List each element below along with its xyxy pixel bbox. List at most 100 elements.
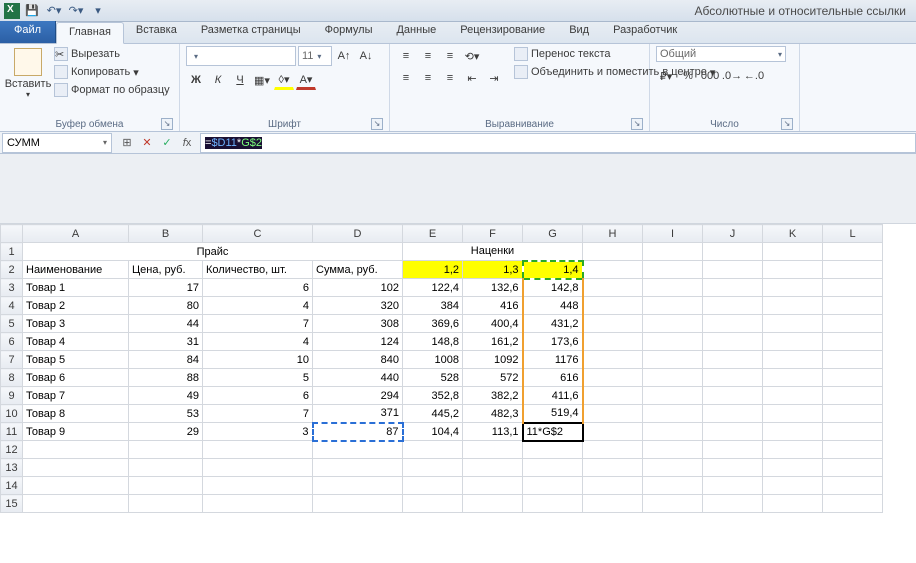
- cell[interactable]: [643, 279, 703, 297]
- cell[interactable]: [643, 243, 703, 261]
- tab-formulas[interactable]: Формулы: [313, 21, 385, 43]
- cell[interactable]: [643, 405, 703, 423]
- cell[interactable]: [763, 369, 823, 387]
- align-middle-icon[interactable]: ≡: [418, 46, 438, 66]
- cell[interactable]: 320: [313, 297, 403, 315]
- cell[interactable]: [583, 387, 643, 405]
- cell[interactable]: 5: [203, 369, 313, 387]
- decrease-decimal-icon[interactable]: ←.0: [744, 66, 764, 86]
- cell[interactable]: 411,6: [523, 387, 583, 405]
- col-header[interactable]: F: [463, 225, 523, 243]
- font-size-combo[interactable]: 11▾: [298, 46, 332, 66]
- cell[interactable]: [823, 387, 883, 405]
- align-bottom-icon[interactable]: ≡: [440, 46, 460, 66]
- cell[interactable]: [703, 279, 763, 297]
- cell[interactable]: [23, 441, 129, 459]
- cell[interactable]: [823, 315, 883, 333]
- cell[interactable]: [763, 459, 823, 477]
- cell[interactable]: 294: [313, 387, 403, 405]
- cell[interactable]: [823, 405, 883, 423]
- underline-button[interactable]: Ч: [230, 70, 250, 90]
- cell[interactable]: [703, 261, 763, 279]
- cell[interactable]: [643, 495, 703, 513]
- cell[interactable]: [403, 477, 463, 495]
- col-header[interactable]: G: [523, 225, 583, 243]
- cell[interactable]: [643, 333, 703, 351]
- format-painter-button[interactable]: Формат по образцу: [54, 82, 170, 98]
- row-header[interactable]: 13: [1, 459, 23, 477]
- row-header[interactable]: 3: [1, 279, 23, 297]
- cell[interactable]: 29: [129, 423, 203, 441]
- cell-ref-green[interactable]: 1,4: [523, 261, 583, 279]
- active-cell[interactable]: 11*G$2: [523, 423, 583, 441]
- percent-icon[interactable]: %: [678, 66, 698, 86]
- cell[interactable]: [823, 459, 883, 477]
- cell[interactable]: 572: [463, 369, 523, 387]
- cell[interactable]: [523, 495, 583, 513]
- cell[interactable]: 113,1: [463, 423, 523, 441]
- row-header[interactable]: 12: [1, 441, 23, 459]
- cell[interactable]: [763, 441, 823, 459]
- cell[interactable]: [763, 333, 823, 351]
- cell[interactable]: 519,4: [523, 405, 583, 423]
- cell[interactable]: [403, 459, 463, 477]
- cell[interactable]: [763, 297, 823, 315]
- paste-button[interactable]: Вставить ▾: [6, 46, 50, 101]
- increase-decimal-icon[interactable]: .0→: [722, 66, 742, 86]
- tab-review[interactable]: Рецензирование: [448, 21, 557, 43]
- cell[interactable]: Товар 3: [23, 315, 129, 333]
- cell[interactable]: [583, 351, 643, 369]
- tab-page-layout[interactable]: Разметка страницы: [189, 21, 313, 43]
- cell[interactable]: 1092: [463, 351, 523, 369]
- cell[interactable]: [129, 477, 203, 495]
- cell[interactable]: [823, 369, 883, 387]
- cancel-icon[interactable]: ✕: [138, 134, 156, 152]
- cell[interactable]: [643, 477, 703, 495]
- cell[interactable]: 384: [403, 297, 463, 315]
- cell[interactable]: [583, 333, 643, 351]
- font-name-combo[interactable]: ▾: [186, 46, 296, 66]
- range-select-icon[interactable]: ⊞: [118, 134, 136, 152]
- cell[interactable]: 4: [203, 333, 313, 351]
- tab-data[interactable]: Данные: [384, 21, 448, 43]
- cell[interactable]: [129, 495, 203, 513]
- cell[interactable]: [583, 441, 643, 459]
- cell[interactable]: 400,4: [463, 315, 523, 333]
- cell[interactable]: Товар 4: [23, 333, 129, 351]
- cell[interactable]: [823, 477, 883, 495]
- tab-file[interactable]: Файл: [0, 21, 56, 43]
- cell[interactable]: [583, 477, 643, 495]
- cell[interactable]: 53: [129, 405, 203, 423]
- fill-color-button[interactable]: ◊▾: [274, 70, 294, 90]
- cell[interactable]: [583, 243, 643, 261]
- cell[interactable]: [763, 243, 823, 261]
- row-header[interactable]: 11: [1, 423, 23, 441]
- cell[interactable]: [129, 441, 203, 459]
- cell[interactable]: Наименование: [23, 261, 129, 279]
- cell[interactable]: Сумма, руб.: [313, 261, 403, 279]
- cell[interactable]: 1008: [403, 351, 463, 369]
- cell[interactable]: [23, 495, 129, 513]
- col-header[interactable]: D: [313, 225, 403, 243]
- cell[interactable]: [523, 459, 583, 477]
- row-header[interactable]: 2: [1, 261, 23, 279]
- cell[interactable]: [463, 441, 523, 459]
- cell[interactable]: [583, 369, 643, 387]
- font-dialog-icon[interactable]: ↘: [371, 118, 383, 130]
- cell[interactable]: 102: [313, 279, 403, 297]
- cell[interactable]: [763, 387, 823, 405]
- cell[interactable]: 482,3: [463, 405, 523, 423]
- cell[interactable]: [463, 477, 523, 495]
- col-header[interactable]: L: [823, 225, 883, 243]
- cell[interactable]: 104,4: [403, 423, 463, 441]
- cell[interactable]: [763, 405, 823, 423]
- cell[interactable]: [823, 297, 883, 315]
- cell[interactable]: 616: [523, 369, 583, 387]
- cell[interactable]: 173,6: [523, 333, 583, 351]
- cell[interactable]: [643, 459, 703, 477]
- currency-icon[interactable]: ₽▾: [656, 66, 676, 86]
- cell[interactable]: [643, 369, 703, 387]
- cell[interactable]: [763, 261, 823, 279]
- cell[interactable]: [703, 423, 763, 441]
- formula-input[interactable]: =$D11*G$2: [200, 133, 916, 153]
